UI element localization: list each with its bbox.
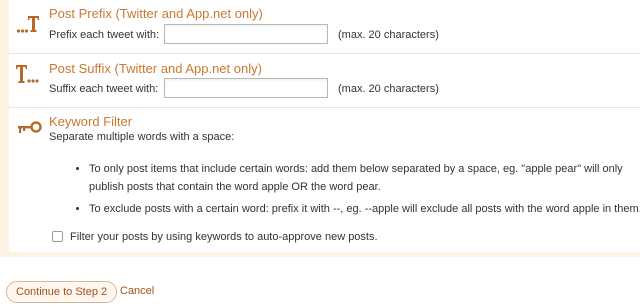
suffix-icon (15, 63, 39, 90)
keyword-filter-checkbox[interactable] (52, 231, 63, 242)
cancel-link[interactable]: Cancel (120, 285, 154, 297)
keyword-filter-description: Separate multiple words with a space: (49, 131, 235, 143)
prefix-icon (16, 13, 40, 40)
keyword-rules-list: To only post items that include certain … (73, 160, 640, 222)
keyword-filter-checkbox-label[interactable]: Filter your posts by using keywords to a… (70, 231, 378, 243)
keyword-rule: To exclude posts with a certain word: pr… (89, 200, 640, 218)
keyword-rule: To only post items that include certain … (89, 160, 640, 196)
continue-button[interactable]: Continue to Step 2 (6, 281, 118, 303)
suffix-hint: (max. 20 characters) (338, 83, 439, 95)
suffix-field-label: Suffix each tweet with: (49, 83, 159, 95)
suffix-input[interactable] (164, 78, 328, 98)
divider (9, 53, 640, 54)
prefix-input[interactable] (164, 24, 328, 44)
key-icon (17, 120, 43, 141)
prefix-hint: (max. 20 characters) (338, 29, 439, 41)
prefix-field-label: Prefix each tweet with: (49, 29, 160, 41)
suffix-title: Post Suffix (Twitter and App.net only) (49, 61, 262, 76)
prefix-title: Post Prefix (Twitter and App.net only) (49, 6, 263, 21)
settings-inner: Post Prefix (Twitter and App.net only) P… (9, 0, 640, 252)
settings-panel: Post Prefix (Twitter and App.net only) P… (0, 0, 640, 257)
keyword-filter-title: Keyword Filter (49, 114, 133, 129)
divider (9, 107, 640, 108)
